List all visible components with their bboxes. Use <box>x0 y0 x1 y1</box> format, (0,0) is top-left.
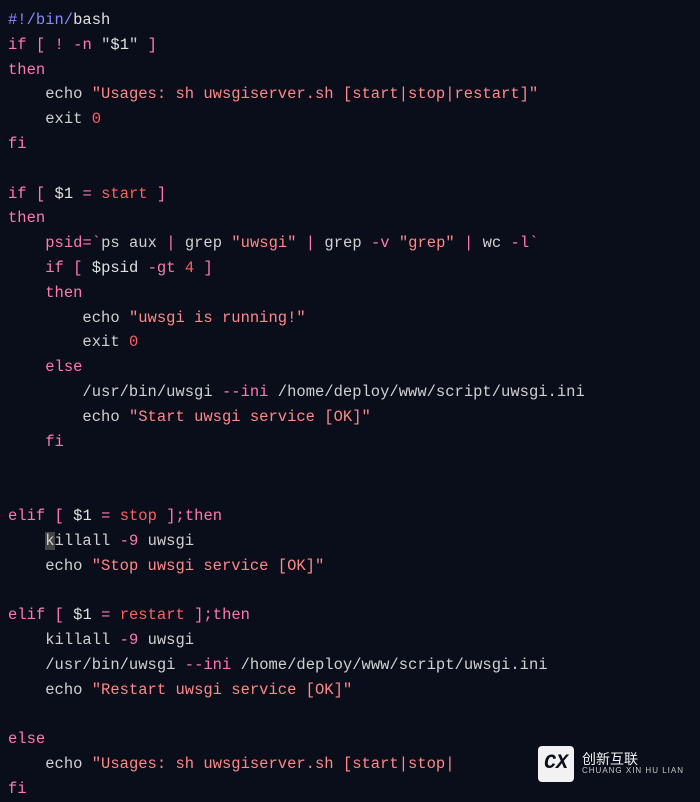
watermark-logo-icon: CX <box>538 746 574 782</box>
watermark: CX 创新互联 CHUANG XIN HU LIAN <box>538 746 684 782</box>
shebang-line: #!/bin/bash <box>8 11 110 29</box>
code-block: #!/bin/bash if [ ! -n "$1" ] then echo "… <box>8 8 692 802</box>
watermark-text: 创新互联 CHUANG XIN HU LIAN <box>582 752 684 776</box>
